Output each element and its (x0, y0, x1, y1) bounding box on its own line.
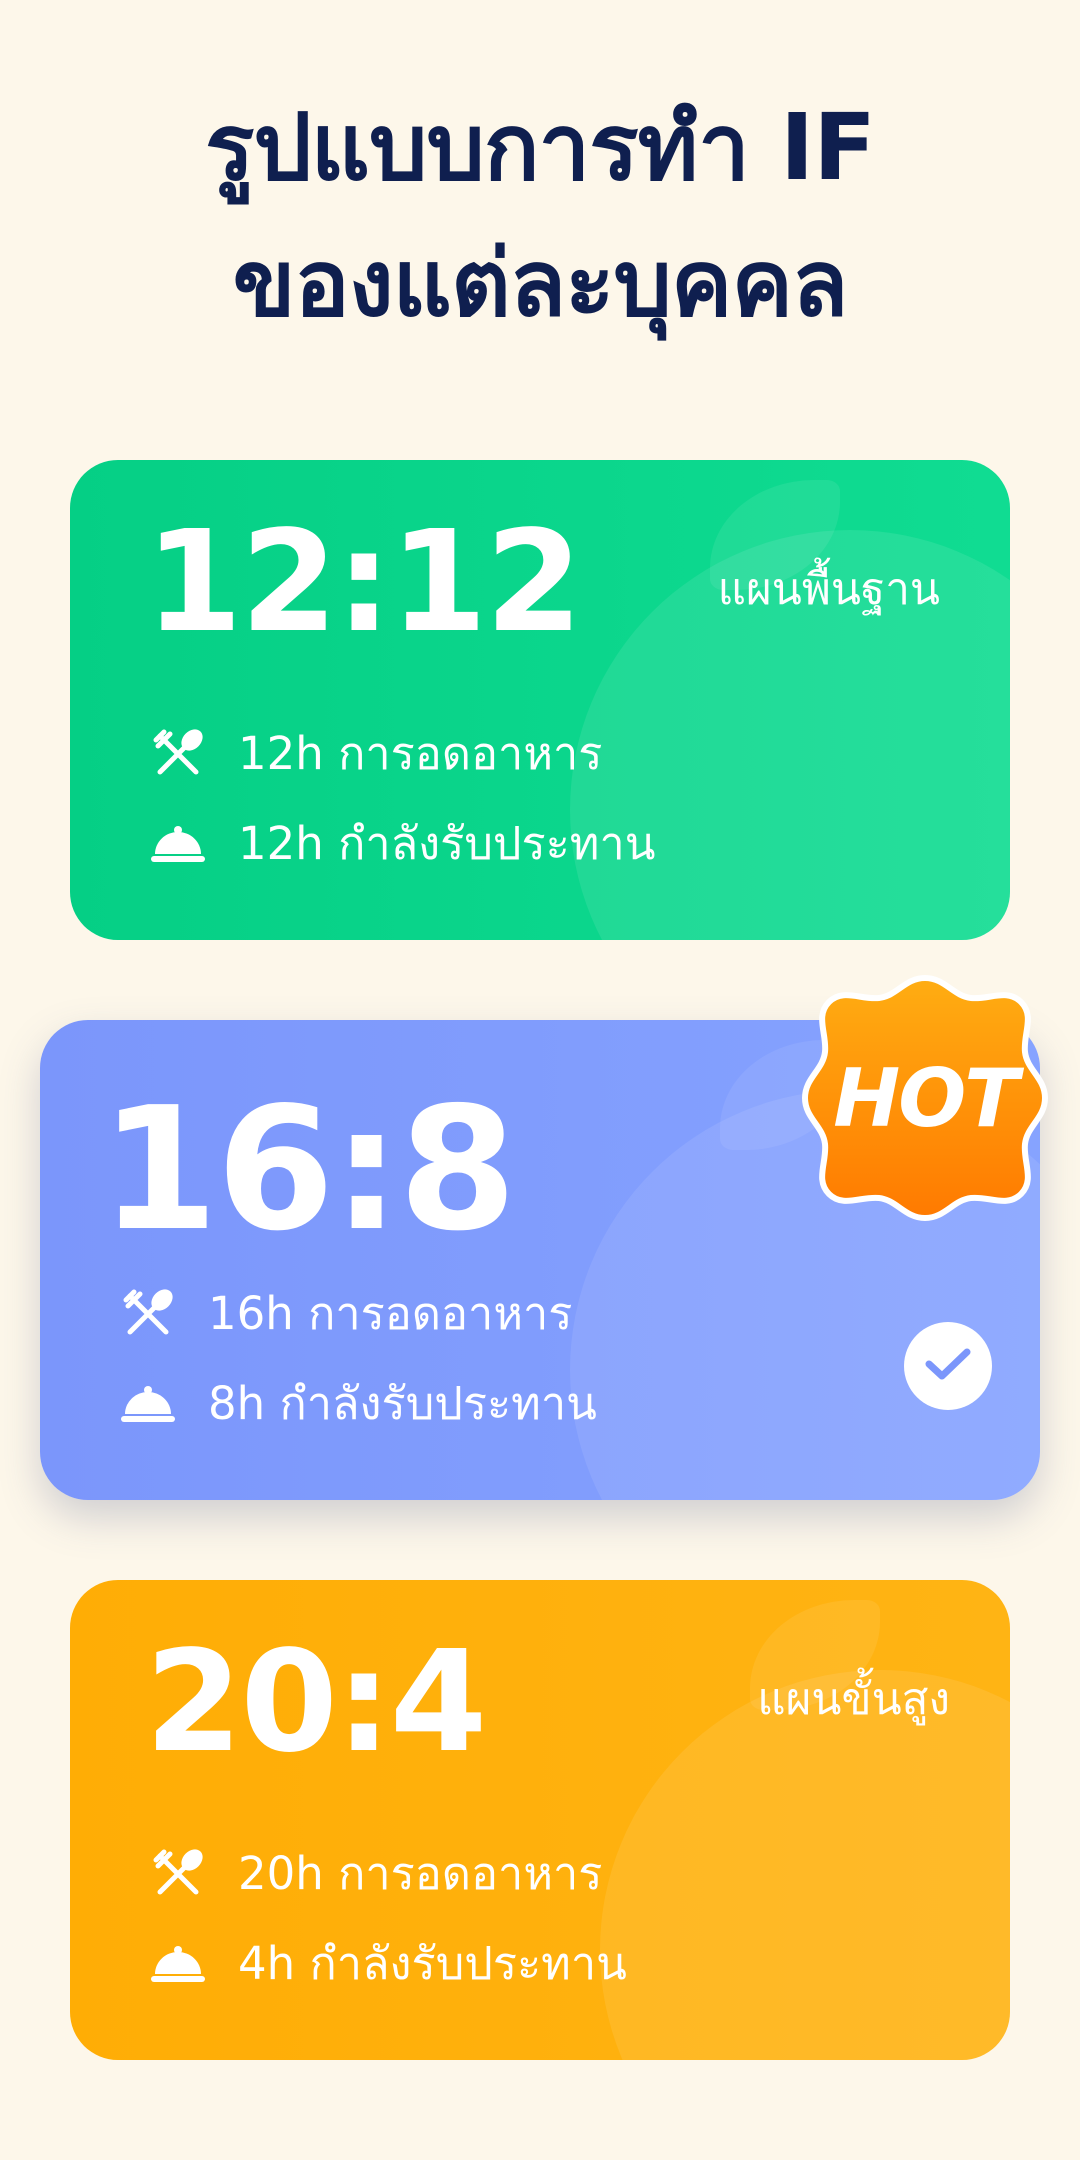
utensils-crossed-icon (148, 1844, 208, 1904)
plan-label: แผนขั้นสูง (757, 1674, 950, 1725)
page-title: รูปแบบการทำ IF ของแต่ละบุคคล (0, 80, 1080, 352)
fasting-text: 16h การอดอาหาร (208, 1287, 573, 1340)
page-title-line2: ของแต่ละบุคคล (232, 230, 849, 337)
food-cloche-icon (118, 1374, 178, 1434)
eating-text: 12h กำลังรับประทาน (238, 817, 656, 870)
fasting-row: 16h การอดอาหาร (118, 1282, 572, 1346)
eating-row: 8h กำลังรับประทาน (118, 1372, 597, 1436)
plan-card-12-12[interactable]: 12:12 แผนพื้นฐาน 12h การอดอาหาร 12h กำลั… (70, 460, 1010, 940)
eating-text: 8h กำลังรับประทาน (208, 1377, 597, 1430)
plan-card-20-4[interactable]: 20:4 แผนขั้นสูง 20h การอดอาหาร 4h กำลังร… (70, 1580, 1010, 2060)
eating-row: 12h กำลังรับประทาน (148, 812, 655, 876)
plan-label: แผนพื้นฐาน (717, 564, 940, 615)
food-cloche-icon (148, 1934, 208, 1994)
fasting-text: 20h การอดอาหาร (238, 1847, 603, 1900)
eating-text: 4h กำลังรับประทาน (238, 1937, 627, 1990)
plan-ratio: 16:8 (100, 1071, 517, 1269)
food-cloche-icon (148, 814, 208, 874)
fasting-row: 20h การอดอาหาร (148, 1842, 602, 1906)
checkmark-icon (923, 1344, 973, 1388)
plan-ratio: 20:4 (145, 1621, 487, 1784)
selected-check[interactable] (904, 1322, 992, 1410)
plan-ratio: 12:12 (145, 501, 583, 664)
page-title-line1: รูปแบบการทำ IF (204, 94, 876, 201)
hot-badge: HOT (795, 968, 1055, 1228)
hot-badge-label: HOT (833, 1051, 1019, 1145)
fasting-text: 12h การอดอาหาร (238, 727, 603, 780)
utensils-crossed-icon (148, 724, 208, 784)
eating-row: 4h กำลังรับประทาน (148, 1932, 627, 1996)
utensils-crossed-icon (118, 1284, 178, 1344)
fasting-row: 12h การอดอาหาร (148, 722, 602, 786)
